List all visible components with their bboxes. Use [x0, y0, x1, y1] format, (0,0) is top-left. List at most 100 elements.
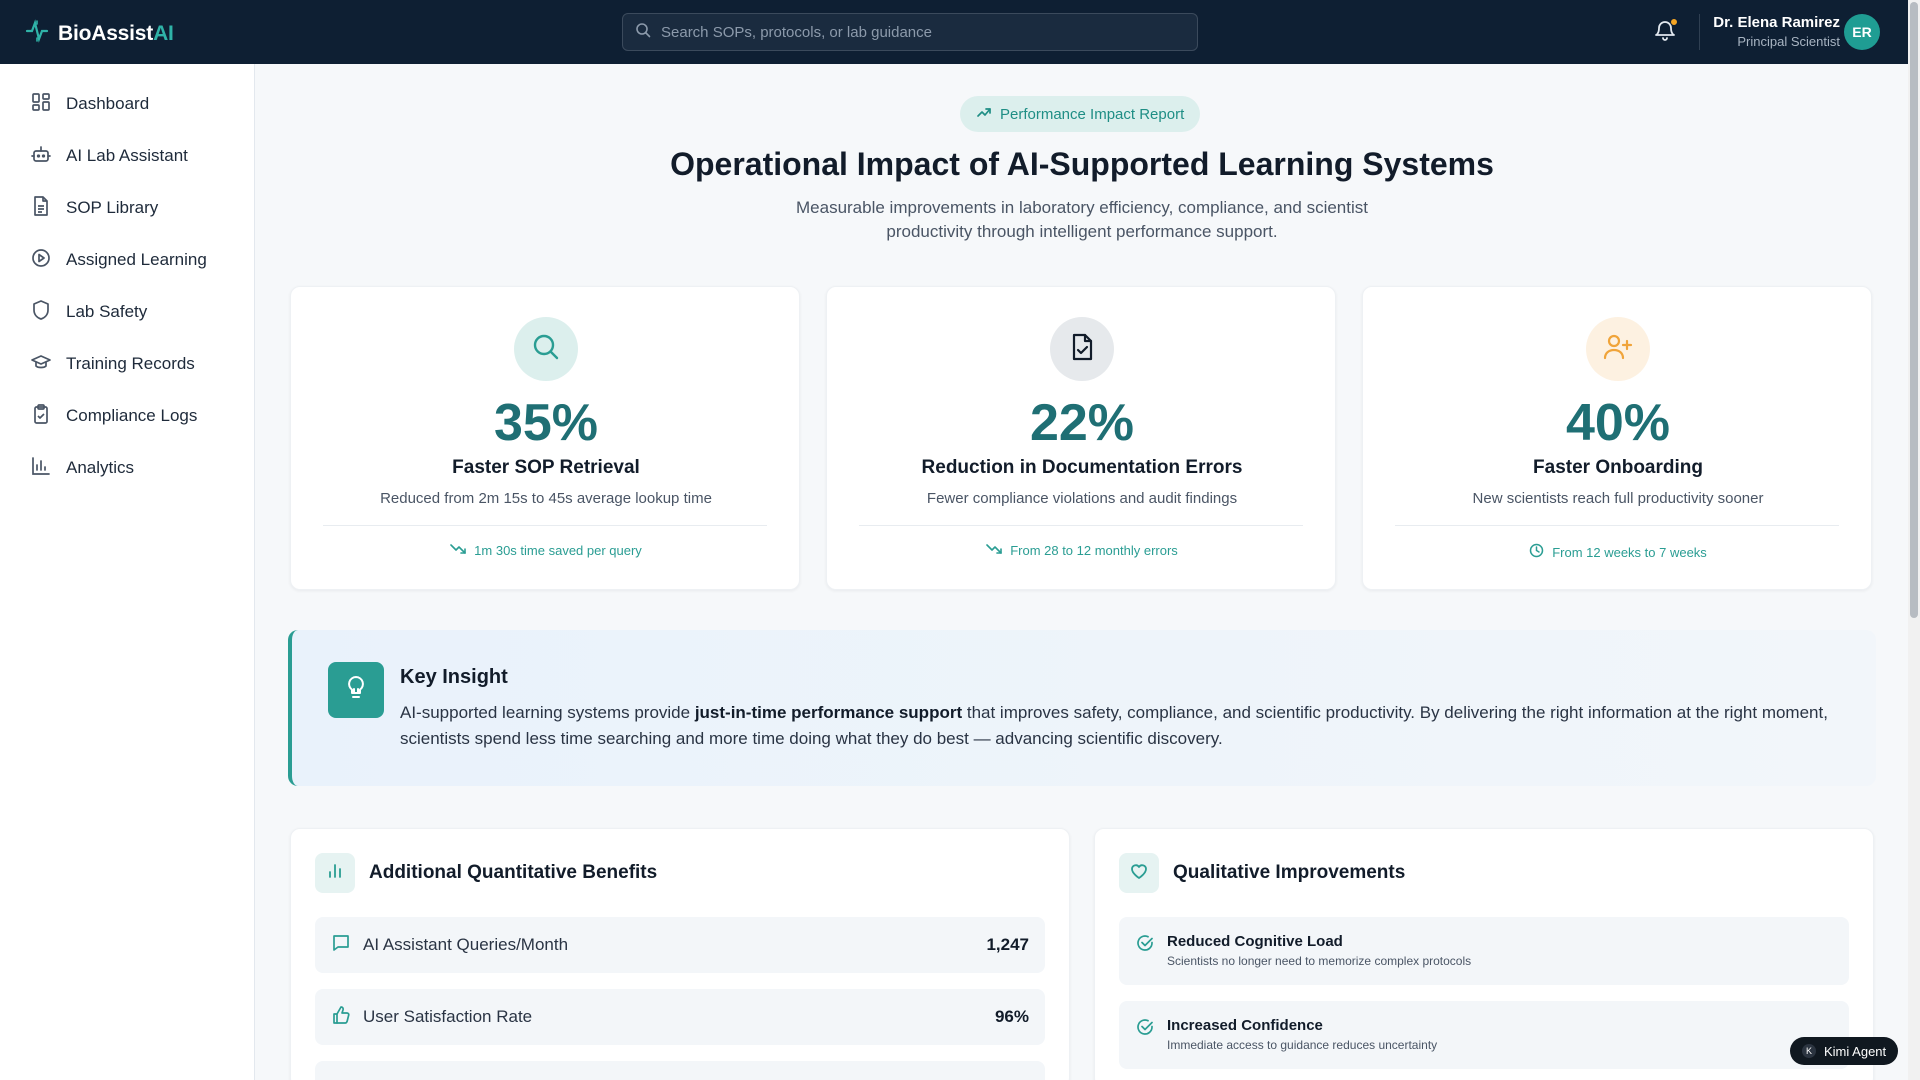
- topbar-divider: [1699, 14, 1700, 50]
- sidebar-item-lab-safety[interactable]: Lab Safety: [30, 298, 147, 326]
- panel-icon-wrap: [315, 853, 355, 893]
- card-icon-wrap: [514, 317, 578, 381]
- card-description: New scientists reach full productivity s…: [1472, 490, 1764, 507]
- card-divider: [323, 525, 767, 526]
- qualitative-improvements-panel: Qualitative Improvements Reduced Cogniti…: [1094, 828, 1874, 1080]
- panel-title: Additional Quantitative Benefits: [369, 862, 658, 883]
- user-role: Principal Scientist: [1737, 34, 1840, 49]
- sidebar-item-label: Training Records: [66, 354, 195, 373]
- card-description: Reduced from 2m 15s to 45s average looku…: [380, 490, 712, 507]
- panel-icon-wrap: [1119, 853, 1159, 893]
- card-divider: [1395, 525, 1839, 526]
- card-value: 22%: [1029, 394, 1135, 452]
- panel-header: Qualitative Improvements: [1119, 853, 1405, 893]
- card-icon-wrap: [1050, 317, 1114, 381]
- check-circle-icon: [1135, 1017, 1155, 1042]
- report-pill: Performance Impact Report: [960, 96, 1201, 132]
- sidebar-item-label: SOP Library: [66, 198, 159, 217]
- insight-text: AI-supported learning systems provide ju…: [400, 703, 1828, 748]
- insight-icon-wrap: [328, 662, 384, 718]
- user-name: Dr. Elena Ramirez: [1713, 14, 1840, 31]
- sidebar-item-label: AI Lab Assistant: [66, 146, 188, 165]
- panel-title: Qualitative Improvements: [1173, 862, 1406, 883]
- card-description: Fewer compliance violations and audit fi…: [926, 490, 1238, 507]
- search-bar[interactable]: [622, 13, 1198, 51]
- metric-value: 1,247: [986, 935, 1029, 954]
- metric-card-documentation-errors: 22% Reduction in Documentation Errors Fe…: [826, 286, 1336, 590]
- trending-down-icon: [450, 543, 466, 558]
- sidebar-item-sop-library[interactable]: SOP Library: [30, 194, 158, 222]
- bar-chart-icon: [30, 455, 52, 482]
- bell-icon: [1654, 21, 1676, 46]
- qualitative-item: Reduced Cognitive Load Scientists no lon…: [1119, 917, 1849, 985]
- metric-row-partial: [315, 1061, 1045, 1080]
- clock-icon: [1529, 543, 1544, 561]
- brand-logo[interactable]: BioAssistAI: [24, 18, 174, 49]
- sidebar-item-ai-lab-assistant[interactable]: AI Lab Assistant: [30, 142, 188, 170]
- avatar[interactable]: ER: [1844, 14, 1880, 50]
- thumbs-up-icon: [331, 1005, 351, 1030]
- sidebar-item-label: Dashboard: [66, 94, 150, 113]
- insight-emphasis: just-in-time performance support: [694, 703, 963, 722]
- clipboard-check-icon: [30, 403, 52, 430]
- metric-label: User Satisfaction Rate: [363, 1007, 533, 1026]
- notification-bell-button[interactable]: [1654, 18, 1678, 44]
- search-icon: [635, 22, 651, 43]
- card-footnote-text: 1m 30s time saved per query: [474, 543, 642, 558]
- sidebar: Dashboard AI Lab Assistant SOP Library A…: [0, 64, 255, 1080]
- sidebar-item-compliance-logs[interactable]: Compliance Logs: [30, 402, 197, 430]
- kimi-agent-badge[interactable]: K Kimi Agent: [1790, 1037, 1899, 1065]
- heart-icon: [1129, 861, 1149, 886]
- card-divider: [859, 525, 1303, 526]
- card-title: Reduction in Documentation Errors: [921, 457, 1243, 478]
- sidebar-item-training-records[interactable]: Training Records: [30, 350, 195, 378]
- search-input[interactable]: [661, 23, 1197, 41]
- card-icon-wrap: [1586, 317, 1650, 381]
- panel-header: Additional Quantitative Benefits: [315, 853, 657, 893]
- qualitative-item-description: Immediate access to guidance reduces unc…: [1167, 1038, 1438, 1052]
- dna-logo-icon: [24, 18, 50, 49]
- lightbulb-icon: [344, 674, 368, 707]
- graduation-cap-icon: [30, 351, 52, 378]
- card-footnote: From 28 to 12 monthly errors: [827, 543, 1337, 558]
- qualitative-item-description: Scientists no longer need to memorize co…: [1167, 954, 1472, 968]
- sidebar-item-label: Compliance Logs: [66, 406, 198, 425]
- sidebar-item-label: Analytics: [66, 458, 135, 477]
- report-pill-label: Performance Impact Report: [1000, 105, 1185, 123]
- file-check-icon: [1068, 332, 1096, 367]
- card-footnote-text: From 28 to 12 monthly errors: [1010, 543, 1178, 558]
- user-info[interactable]: Dr. Elena Ramirez Principal Scientist: [1713, 14, 1840, 49]
- metric-card-sop-retrieval: 35% Faster SOP Retrieval Reduced from 2m…: [290, 286, 800, 590]
- sidebar-item-label: Lab Safety: [66, 302, 148, 321]
- sidebar-item-assigned-learning[interactable]: Assigned Learning: [30, 246, 207, 274]
- shield-icon: [30, 299, 52, 326]
- page-title: Operational Impact of AI-Supported Learn…: [670, 146, 1494, 182]
- key-insight-callout: Key Insight AI-supported learning system…: [288, 630, 1876, 786]
- document-icon: [30, 195, 52, 222]
- sidebar-item-dashboard[interactable]: Dashboard: [30, 90, 149, 118]
- user-plus-icon: [1602, 332, 1634, 367]
- page-scrollbar[interactable]: [1908, 0, 1920, 1080]
- quantitative-benefits-panel: Additional Quantitative Benefits AI Assi…: [290, 828, 1070, 1080]
- card-value: 40%: [1565, 394, 1671, 452]
- card-title: Faster Onboarding: [1533, 457, 1703, 478]
- main-content: Performance Impact Report Operational Im…: [256, 64, 1908, 1080]
- kimi-logo-icon: K: [1802, 1044, 1816, 1058]
- sidebar-item-analytics[interactable]: Analytics: [30, 454, 134, 482]
- card-footnote-text: From 12 weeks to 7 weeks: [1552, 544, 1707, 560]
- metric-label: AI Assistant Queries/Month: [363, 935, 569, 954]
- scrollbar-thumb[interactable]: [1910, 2, 1918, 618]
- card-footnote: 1m 30s time saved per query: [291, 543, 801, 558]
- qualitative-item-title: Reduced Cognitive Load: [1167, 933, 1343, 950]
- qualitative-item-title: Increased Confidence: [1167, 1017, 1323, 1034]
- qualitative-item: Increased Confidence Immediate access to…: [1119, 1001, 1849, 1069]
- message-square-icon: [331, 933, 351, 958]
- metric-row: User Satisfaction Rate 96%: [315, 989, 1045, 1045]
- insight-title: Key Insight: [400, 666, 508, 688]
- card-footnote: From 12 weeks to 7 weeks: [1363, 543, 1873, 561]
- agent-badge-label: Kimi Agent: [1824, 1043, 1887, 1059]
- check-circle-icon: [1135, 933, 1155, 958]
- brand-name: BioAssistAI: [58, 21, 174, 45]
- trending-up-icon: [976, 104, 992, 124]
- page-subtitle: Measurable improvements in laboratory ef…: [796, 198, 1368, 241]
